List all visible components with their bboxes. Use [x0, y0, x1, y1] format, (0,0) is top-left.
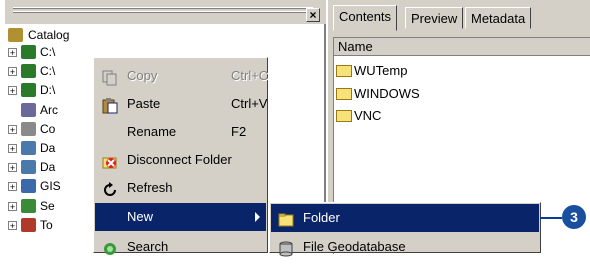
menu-item-shortcut: F2: [231, 124, 247, 139]
catalog-tree-titlebar: [5, 0, 326, 24]
menu-item-copy[interactable]: Copy Ctrl+C: [95, 62, 269, 90]
expand-icon[interactable]: +: [8, 202, 17, 212]
tree-item-label: Se: [40, 199, 55, 213]
drive-icon: [21, 64, 36, 78]
submenu-arrow-icon: [255, 212, 260, 222]
menu-item-label: Search: [127, 239, 169, 254]
menu-item-label: Rename: [127, 124, 177, 139]
database-connection-icon: [21, 141, 36, 155]
drive-icon: [21, 45, 36, 59]
menu-item-label: Copy: [127, 68, 158, 83]
menu-item-new[interactable]: New: [95, 203, 266, 231]
expand-icon[interactable]: +: [8, 163, 17, 173]
expand-icon[interactable]: +: [8, 48, 17, 58]
expand-icon[interactable]: +: [8, 221, 17, 231]
tree-item-label: Arc: [40, 103, 58, 117]
callout-line: [540, 217, 562, 219]
database-server-icon: [21, 160, 36, 174]
menu-item-search[interactable]: Search: [95, 233, 266, 261]
tab-preview[interactable]: Preview: [405, 7, 464, 29]
list-item[interactable]: WUTemp: [336, 62, 407, 80]
menu-item-refresh[interactable]: Refresh: [95, 174, 266, 202]
menu-item-shortcut: Ctrl+C: [231, 68, 269, 83]
paste-icon: [102, 96, 118, 114]
tree-item-label: GIS: [40, 179, 61, 193]
folder-icon: [336, 110, 352, 122]
toolboxes-icon: [21, 218, 36, 232]
copy-icon: [102, 68, 118, 86]
menu-item-shortcut: Ctrl+V: [231, 96, 268, 111]
file-label: VNC: [354, 108, 382, 123]
toolbox-icon: [21, 103, 36, 117]
submenu-item-label: Folder: [303, 210, 340, 225]
menu-item-rename[interactable]: Rename F2: [95, 118, 266, 146]
disconnect-folder-icon: [102, 152, 118, 169]
tree-item-label: Da: [40, 141, 56, 155]
tree-item-label: Co: [40, 122, 56, 136]
menu-item-label: Disconnect Folder: [127, 152, 232, 167]
tree-root-label: Catalog: [28, 28, 70, 42]
refresh-icon: [102, 180, 118, 196]
file-label: WINDOWS: [354, 86, 420, 101]
expand-icon[interactable]: +: [8, 144, 17, 154]
folder-icon: [278, 210, 294, 227]
list-item[interactable]: VNC: [336, 107, 381, 125]
tree-item-label: To: [40, 218, 53, 232]
expand-icon[interactable]: +: [8, 86, 17, 96]
submenu-item-file-geodatabase[interactable]: File Geodatabase: [271, 233, 539, 261]
menu-item-label: Paste: [127, 96, 161, 111]
grip-line: [13, 8, 313, 9]
folder-icon: [336, 65, 352, 77]
coordinate-system-icon: [21, 122, 36, 136]
tree-item-label: C:\: [40, 45, 56, 59]
submenu-item-folder[interactable]: Folder: [271, 204, 539, 232]
tab-metadata[interactable]: Metadata: [465, 7, 532, 29]
submenu-item-label: File Geodatabase: [303, 239, 406, 254]
tree-item-label: C:\: [40, 64, 56, 78]
tab-contents[interactable]: Contents: [333, 5, 398, 31]
expand-icon[interactable]: +: [8, 67, 17, 77]
gis-server-icon: [21, 179, 36, 193]
column-header-name[interactable]: Name: [334, 38, 590, 56]
close-icon[interactable]: ×: [306, 8, 320, 22]
catalog-icon: [8, 28, 23, 42]
tree-item-label: D:\: [40, 83, 56, 97]
callout-badge: 3: [562, 205, 586, 229]
drive-icon: [21, 83, 36, 97]
menu-item-disconnect-folder[interactable]: Disconnect Folder: [95, 146, 266, 174]
expand-icon[interactable]: +: [8, 182, 17, 192]
menu-item-label: New: [127, 209, 154, 224]
expand-icon[interactable]: +: [8, 125, 17, 135]
menu-item-label: Refresh: [127, 180, 173, 195]
tree-item-label: Da: [40, 160, 56, 174]
folder-icon: [336, 88, 352, 100]
file-label: WUTemp: [354, 63, 408, 78]
grip-line: [13, 12, 313, 13]
search-results-icon: [21, 199, 36, 213]
list-item[interactable]: WINDOWS: [336, 85, 420, 103]
menu-item-paste[interactable]: Paste Ctrl+V: [95, 90, 268, 118]
